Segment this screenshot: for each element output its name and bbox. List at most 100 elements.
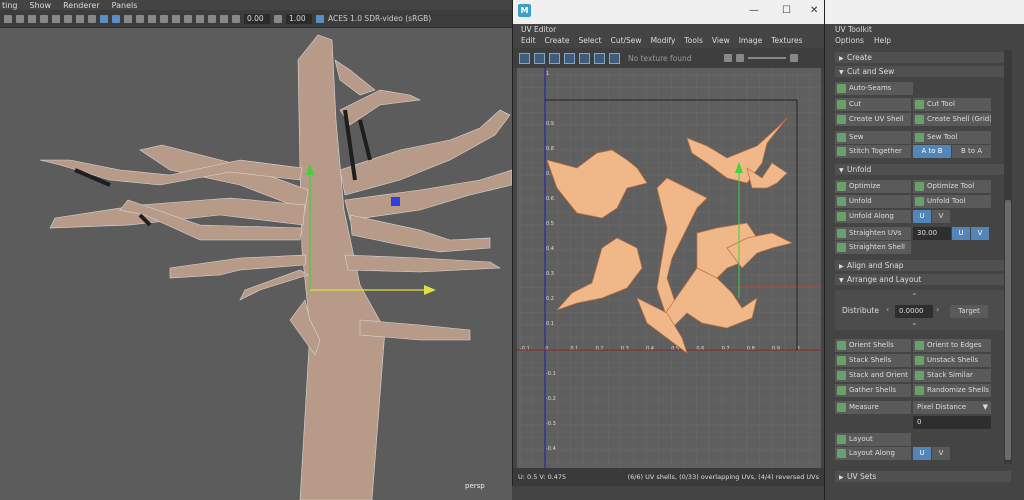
shadow-icon[interactable] bbox=[148, 14, 156, 23]
minimize-button[interactable]: — bbox=[749, 5, 759, 16]
cut-tool-button[interactable]: Cut Tool bbox=[913, 98, 991, 111]
xray-joints-icon[interactable] bbox=[184, 14, 192, 23]
color-management-icon[interactable] bbox=[316, 14, 324, 23]
uv-menu-modify[interactable]: Modify bbox=[651, 35, 676, 47]
arrow-up-icon[interactable]: ⌃ bbox=[911, 292, 918, 301]
stitch-together-button[interactable]: Stitch Together bbox=[835, 145, 911, 158]
measure-button[interactable]: Measure bbox=[835, 401, 911, 414]
camera-icon[interactable] bbox=[16, 14, 24, 23]
target-button[interactable]: Target bbox=[950, 305, 988, 318]
arrow-right-icon[interactable]: › bbox=[936, 305, 939, 314]
section-arrange-layout[interactable]: ▼ Arrange and Layout bbox=[835, 274, 1011, 285]
uv-menu-view[interactable]: View bbox=[712, 35, 730, 47]
measure-mode-dropdown[interactable]: Pixel Distance ▼ bbox=[913, 401, 991, 414]
shaded-icon[interactable] bbox=[564, 52, 575, 64]
safe-action-icon[interactable] bbox=[64, 14, 72, 23]
uv-menu-cut-sew[interactable]: Cut/Sew bbox=[611, 35, 642, 47]
layout-along-button[interactable]: Layout Along bbox=[835, 447, 911, 460]
stack-shells-button[interactable]: Stack Shells bbox=[835, 354, 911, 367]
smooth-shade-icon[interactable] bbox=[100, 14, 108, 23]
unstack-shells-button[interactable]: Unstack Shells bbox=[913, 354, 991, 367]
auto-seams-button[interactable]: Auto-Seams bbox=[835, 82, 913, 95]
gather-shells-button[interactable]: Gather Shells bbox=[835, 384, 911, 397]
viewport-menu-lighting[interactable]: ting bbox=[2, 1, 18, 10]
uv-menu-tools[interactable]: Tools bbox=[684, 35, 702, 47]
tree-mesh[interactable] bbox=[0, 0, 512, 500]
ambient-occlusion-icon[interactable] bbox=[196, 14, 204, 23]
texture-icon[interactable] bbox=[124, 14, 132, 23]
dim-image-icon[interactable] bbox=[609, 52, 620, 64]
layout-button[interactable]: Layout bbox=[835, 433, 911, 446]
toolkit-menu-options[interactable]: Options bbox=[835, 35, 864, 47]
arrow-left-icon[interactable]: ‹ bbox=[886, 305, 889, 314]
viewport-panel[interactable]: ting Show Renderer Panels 0.00 1.00 ACES… bbox=[0, 0, 512, 500]
checker-icon[interactable] bbox=[534, 52, 545, 64]
exposure-field[interactable]: 0.00 bbox=[244, 13, 270, 24]
view-transform-label[interactable]: ACES 1.0 SDR-video (sRGB) bbox=[328, 14, 431, 23]
viewport-menu-panels[interactable]: Panels bbox=[112, 1, 138, 10]
optimize-button[interactable]: Optimize bbox=[835, 180, 911, 193]
exposure-icon[interactable] bbox=[232, 14, 240, 23]
image-icon[interactable] bbox=[735, 54, 744, 62]
lighting-icon[interactable] bbox=[136, 14, 144, 23]
grid-toggle-icon[interactable] bbox=[519, 52, 530, 64]
create-shell-grid-button[interactable]: Create Shell (Grid) bbox=[913, 113, 991, 126]
field-chart-icon[interactable] bbox=[76, 14, 84, 23]
unfold-along-button[interactable]: Unfold Along bbox=[835, 210, 911, 223]
layout-along-v-button[interactable]: V bbox=[932, 447, 950, 460]
grid-icon[interactable] bbox=[28, 14, 36, 23]
isolate-icon[interactable] bbox=[160, 14, 168, 23]
straighten-angle-field[interactable]: 30.00 bbox=[913, 227, 951, 240]
film-gate-icon[interactable] bbox=[40, 14, 48, 23]
gamma-icon[interactable] bbox=[274, 14, 282, 23]
color-management-icon[interactable] bbox=[723, 54, 732, 62]
section-uv-sets[interactable]: ▶ UV Sets bbox=[835, 471, 1011, 482]
arrow-down-icon[interactable]: ⌄ bbox=[911, 318, 918, 327]
toolkit-scrollbar-thumb[interactable] bbox=[1005, 200, 1011, 460]
straighten-v-button[interactable]: V bbox=[971, 227, 989, 240]
section-unfold[interactable]: ▼ Unfold bbox=[835, 164, 1011, 175]
uv-toolkit-titlebar[interactable]: — ☐ ✕ bbox=[749, 0, 1024, 24]
unfold-button[interactable]: Unfold bbox=[835, 195, 911, 208]
uv-border-icon[interactable] bbox=[549, 52, 560, 64]
straighten-uvs-button[interactable]: Straighten UVs bbox=[835, 227, 911, 240]
b-to-a-button[interactable]: B to A bbox=[952, 145, 991, 158]
section-align-snap[interactable]: ▶ Align and Snap bbox=[835, 260, 1011, 271]
viewport-menu-renderer[interactable]: Renderer bbox=[63, 1, 100, 10]
viewport-menu-show[interactable]: Show bbox=[30, 1, 52, 10]
create-uv-shell-button[interactable]: Create UV Shell bbox=[835, 113, 911, 126]
uv-menu-edit[interactable]: Edit bbox=[521, 35, 536, 47]
antialias-icon[interactable] bbox=[208, 14, 216, 23]
uv-menu-textures[interactable]: Textures bbox=[771, 35, 802, 47]
straighten-u-button[interactable]: U bbox=[952, 227, 970, 240]
xray-icon[interactable] bbox=[172, 14, 180, 23]
depth-of-field-icon[interactable] bbox=[220, 14, 228, 23]
unfold-along-v-button[interactable]: V bbox=[932, 210, 950, 223]
distribute-value-field[interactable]: 0.0000 bbox=[895, 305, 933, 318]
unfold-along-u-button[interactable]: U bbox=[913, 210, 931, 223]
straighten-shell-button[interactable]: Straighten Shell bbox=[835, 241, 911, 254]
uv-editor-titlebar[interactable]: M bbox=[513, 0, 825, 24]
toolkit-menu-help[interactable]: Help bbox=[874, 35, 891, 47]
uv-menu-select[interactable]: Select bbox=[578, 35, 601, 47]
cube-icon[interactable] bbox=[88, 14, 96, 23]
orient-to-edges-button[interactable]: Orient to Edges bbox=[913, 339, 991, 352]
resolution-gate-icon[interactable] bbox=[52, 14, 60, 23]
section-create[interactable]: ▶ Create bbox=[835, 52, 1011, 63]
reset-icon[interactable] bbox=[789, 54, 798, 62]
unfold-tool-button[interactable]: Unfold Tool bbox=[913, 195, 991, 208]
stack-and-orient-button[interactable]: Stack and Orient bbox=[835, 369, 911, 382]
optimize-tool-button[interactable]: Optimize Tool bbox=[913, 180, 991, 193]
layout-along-u-button[interactable]: U bbox=[913, 447, 931, 460]
wireframe-icon[interactable] bbox=[4, 14, 12, 23]
uv-grid-canvas[interactable]: 1 0.9 0.8 0.7 0.6 0.5 0.4 0.3 0.2 0.1 -0.1 -0.2 -0.3… bbox=[517, 68, 821, 468]
uv-menu-image[interactable]: Image bbox=[739, 35, 763, 47]
section-cut-sew[interactable]: ▼ Cut and Sew bbox=[835, 66, 1011, 77]
distortion-icon[interactable] bbox=[579, 52, 590, 64]
a-to-b-button[interactable]: A to B bbox=[913, 145, 951, 158]
uv-shells[interactable] bbox=[546, 117, 794, 354]
randomize-shells-button[interactable]: Randomize Shells bbox=[913, 384, 991, 397]
gamma-field[interactable]: 1.00 bbox=[286, 13, 312, 24]
sew-tool-button[interactable]: Sew Tool bbox=[913, 131, 991, 144]
uv-grid-svg[interactable]: 1 0.9 0.8 0.7 0.6 0.5 0.4 0.3 0.2 0.1 -0.1 -0.2 -0.3… bbox=[517, 68, 821, 468]
